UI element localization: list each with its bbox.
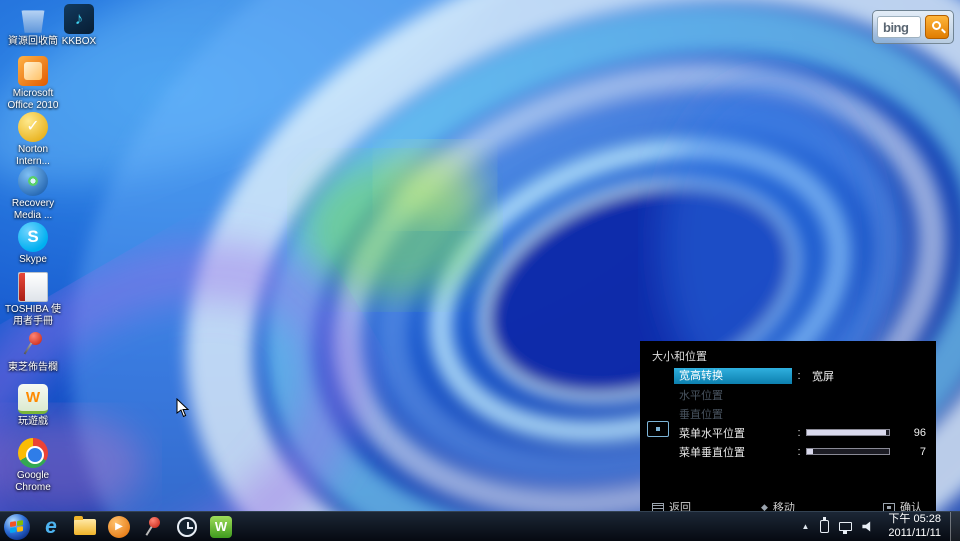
start-button[interactable] (4, 514, 30, 540)
taskbar-item-wildtangent[interactable]: W (204, 513, 238, 541)
osd-row-menu-h-position[interactable]: 菜单水平位置 : 96 (674, 423, 930, 442)
osd-row-aspect-ratio[interactable]: 宽高转换 : 宽屏 (674, 366, 930, 385)
recycle-bin-icon (18, 4, 48, 34)
clock-icon (177, 517, 197, 537)
osd-rows: 宽高转换 : 宽屏 水平位置 垂直位置 菜单水平位置 : 96 菜单垂直位 (674, 366, 930, 461)
kkbox-icon (64, 4, 94, 34)
desktop-icon-kkbox[interactable]: KKBOX (48, 4, 110, 48)
osd-row-value: 96 (890, 427, 930, 439)
desktop-icon-label: 玩遊戲 (2, 416, 64, 428)
search-icon (932, 21, 941, 30)
osd-colon: : (792, 370, 806, 382)
desktop-icon-toshiba-manual[interactable]: TOSHIBA 使用者手冊 (2, 272, 64, 328)
menu-icon (652, 503, 664, 512)
osd-slider-fill (807, 430, 886, 435)
screen: 資源回收筒 KKBOX Microsoft Office 2010 Norton… (0, 0, 960, 541)
tray-date: 2011/11/11 (888, 527, 941, 541)
osd-row-value: 7 (890, 446, 930, 458)
osd-row-h-position: 水平位置 (674, 385, 930, 404)
show-desktop-button[interactable] (950, 512, 960, 541)
osd-row-label: 垂直位置 (674, 406, 792, 422)
games-w-icon (18, 384, 48, 414)
desktop-icon-label: TOSHIBA 使用者手冊 (2, 304, 64, 328)
osd-row-value: 宽屏 (806, 368, 930, 384)
office-box-icon (18, 56, 48, 86)
ie-e-icon: e (45, 516, 57, 537)
osd-move-hint: ◆ 移动 (761, 499, 795, 511)
desktop-icon-skype[interactable]: Skype (2, 222, 64, 266)
osd-colon: : (792, 427, 806, 439)
desktop-icon-chrome[interactable]: Google Chrome (2, 438, 64, 494)
skype-icon (18, 222, 48, 252)
desktop-icon-label: 東芝佈告欄 (2, 362, 64, 374)
pushpin-icon (18, 330, 48, 360)
power-battery-icon[interactable] (820, 520, 829, 533)
tray-time: 下午 05:28 (888, 513, 941, 527)
desktop-icon-bulletin[interactable]: 東芝佈告欄 (2, 330, 64, 374)
taskbar-item-bulletin-board[interactable] (136, 513, 170, 541)
media-player-icon: ▶ (108, 516, 130, 538)
osd-colon: : (792, 446, 806, 458)
osd-back-label: 返回 (669, 499, 691, 511)
pushpin-icon (142, 516, 164, 538)
osd-confirm-hint: 确认 (883, 499, 922, 511)
desktop-icon-label: Norton Intern... (2, 144, 64, 168)
osd-footer: 返回 ◆ 移动 确认 (640, 500, 936, 511)
osd-row-label: 菜单垂直位置 (674, 444, 792, 460)
osd-row-label: 宽高转换 (674, 368, 792, 384)
windows-logo-icon (10, 520, 24, 534)
taskbar-item-internet-explorer[interactable]: e (34, 513, 68, 541)
taskbar-item-clock-app[interactable] (170, 513, 204, 541)
move-diamond-icon: ◆ (761, 502, 768, 512)
desktop-icon-games[interactable]: 玩遊戲 (2, 384, 64, 428)
tray-clock[interactable]: 下午 05:28 2011/11/11 (879, 513, 950, 541)
osd-back-hint: 返回 (652, 499, 691, 511)
taskbar: e ▶ W ▲ 下午 05:28 2011/11/11 (0, 511, 960, 541)
recovery-disc-icon (18, 166, 48, 196)
volume-icon[interactable] (862, 521, 874, 533)
w-tile-icon: W (210, 516, 232, 538)
network-icon[interactable] (839, 522, 852, 531)
norton-shield-icon (18, 112, 48, 142)
desktop-icon-recovery[interactable]: Recovery Media ... (2, 166, 64, 222)
monitor-osd-menu: 大小和位置 宽高转换 : 宽屏 水平位置 垂直位置 菜单水平位置 : (640, 341, 936, 511)
hidden-icons-chevron[interactable]: ▲ (795, 522, 815, 531)
folder-icon (74, 519, 96, 535)
bing-logo: bing (883, 20, 908, 35)
osd-row-menu-v-position[interactable]: 菜单垂直位置 : 7 (674, 442, 930, 461)
bing-search-input[interactable]: bing (877, 16, 921, 38)
desktop-icon-label: Google Chrome (2, 470, 64, 494)
osd-move-label: 移动 (773, 499, 795, 511)
osd-row-label: 水平位置 (674, 387, 792, 403)
taskbar-item-windows-explorer[interactable] (68, 513, 102, 541)
system-tray: ▲ 下午 05:28 2011/11/11 (795, 512, 960, 541)
chrome-icon (18, 438, 48, 468)
desktop-icon-office[interactable]: Microsoft Office 2010 (2, 56, 64, 112)
desktop-icon-label: Microsoft Office 2010 (2, 88, 64, 112)
osd-title: 大小和位置 (652, 348, 707, 364)
osd-confirm-label: 确认 (900, 499, 922, 511)
bing-search-gadget[interactable]: bing (872, 10, 954, 44)
screen-position-icon (647, 421, 669, 437)
desktop: 資源回收筒 KKBOX Microsoft Office 2010 Norton… (0, 0, 960, 511)
osd-slider[interactable] (806, 448, 890, 455)
osd-row-label: 菜单水平位置 (674, 425, 792, 441)
osd-row-v-position: 垂直位置 (674, 404, 930, 423)
osd-slider-fill (807, 449, 813, 454)
desktop-icon-label: KKBOX (48, 36, 110, 48)
manual-book-icon (18, 272, 48, 302)
desktop-icon-label: Skype (2, 254, 64, 266)
confirm-button-icon (883, 503, 895, 512)
bing-search-button[interactable] (925, 15, 949, 39)
taskbar-item-media-player[interactable]: ▶ (102, 513, 136, 541)
mouse-cursor (176, 398, 190, 418)
osd-slider[interactable] (806, 429, 890, 436)
desktop-icon-label: Recovery Media ... (2, 198, 64, 222)
desktop-icon-norton[interactable]: Norton Intern... (2, 112, 64, 168)
